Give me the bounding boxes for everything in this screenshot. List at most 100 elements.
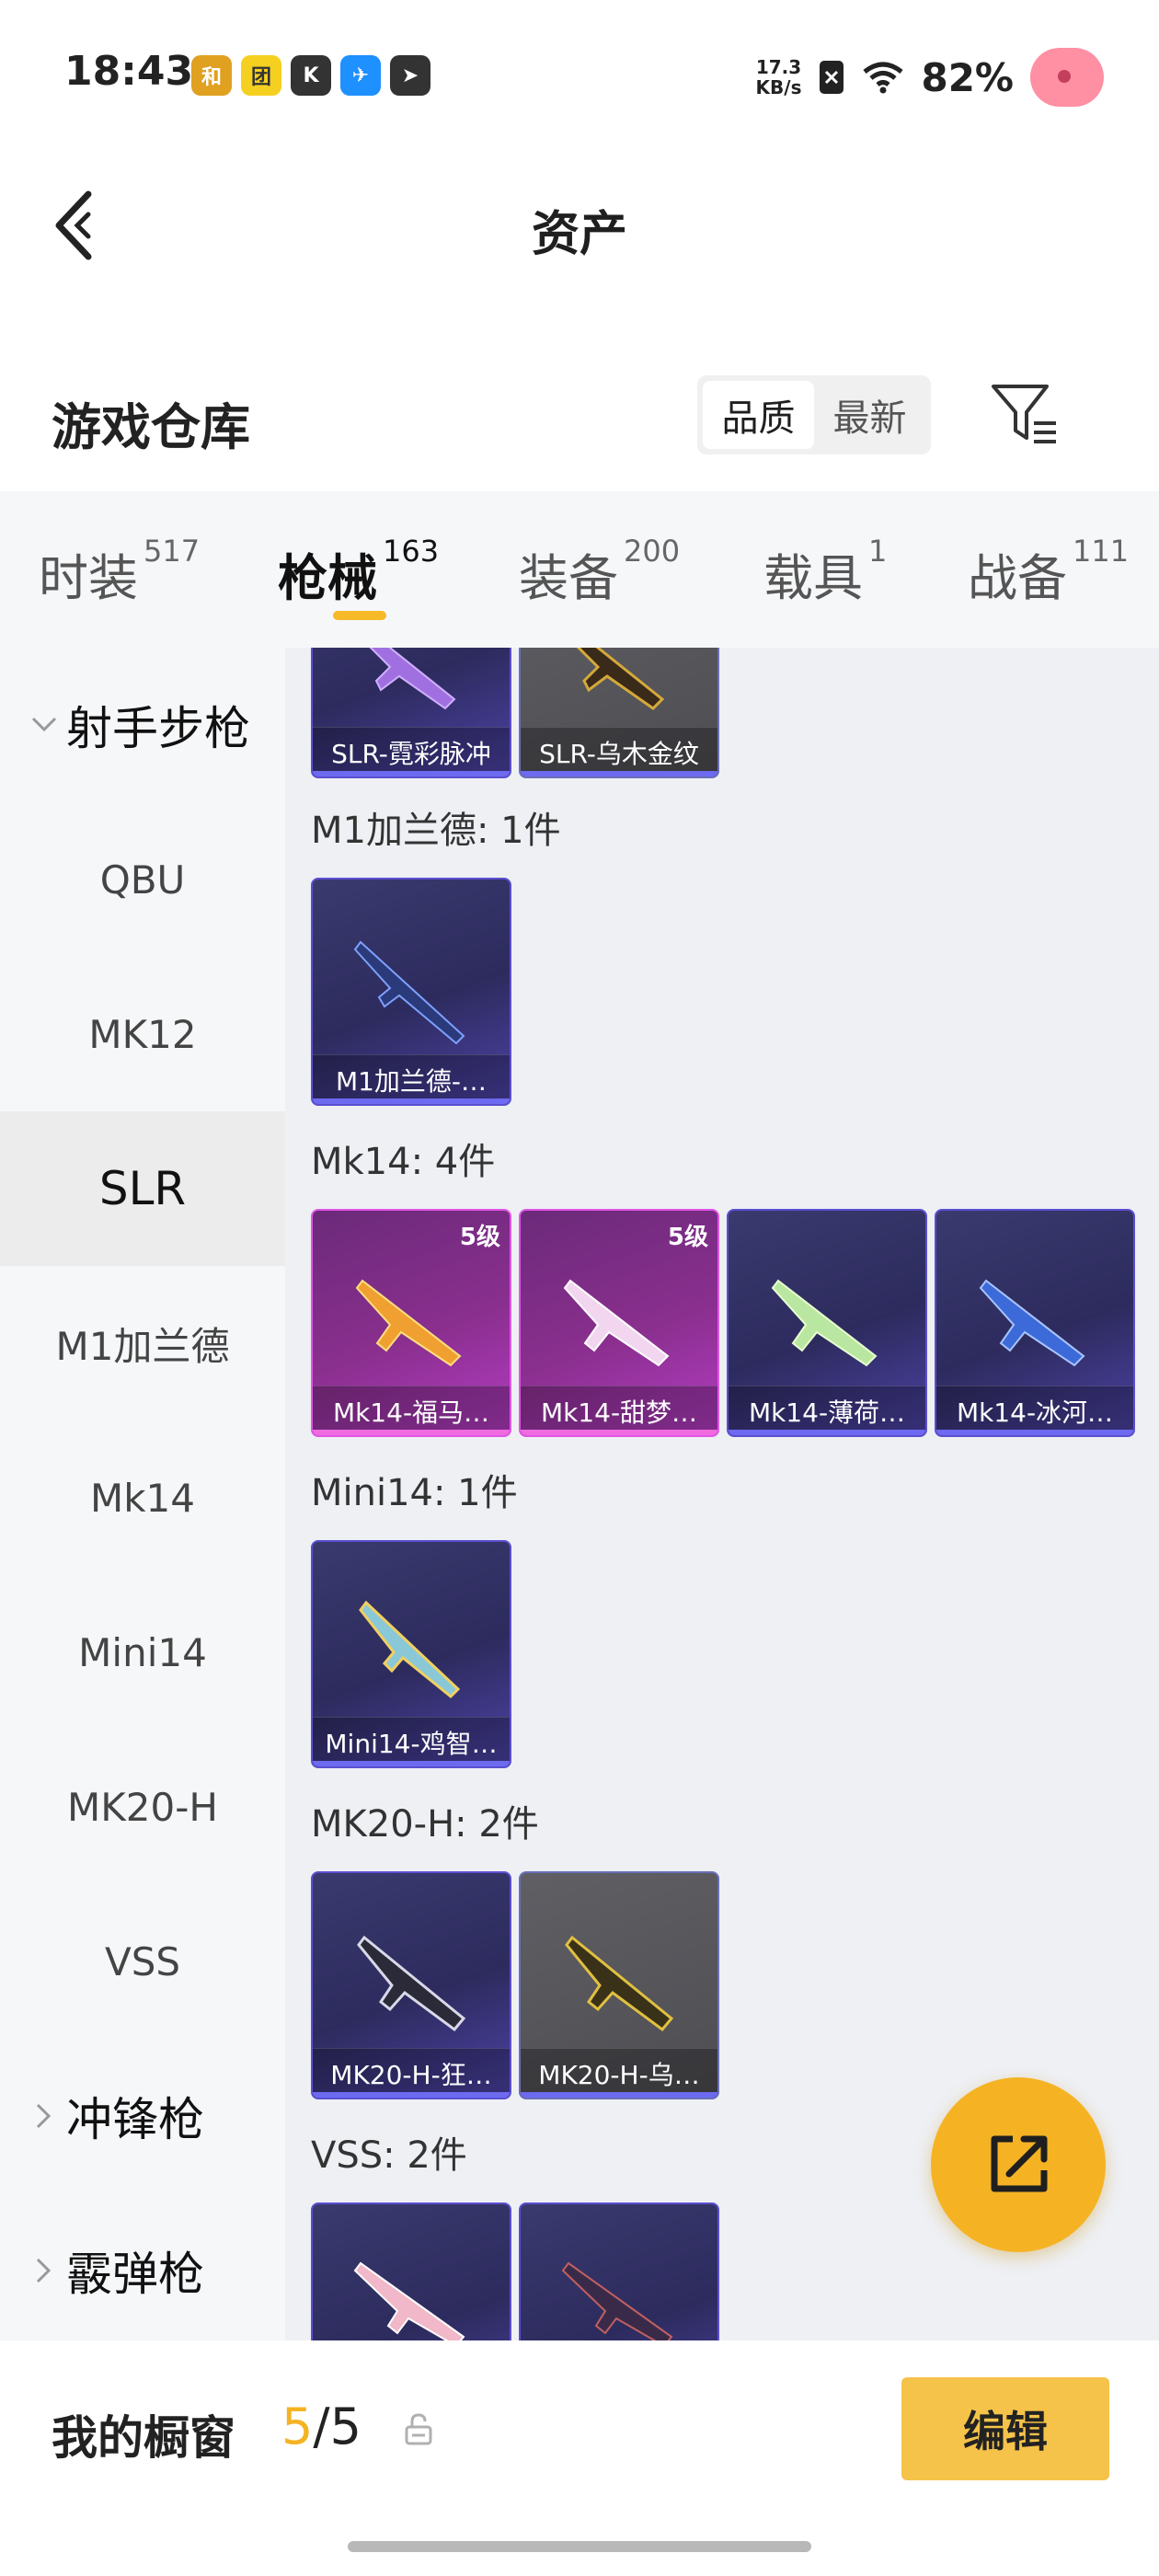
rifle-skin-icon [353, 2261, 465, 2340]
wifi-icon [863, 62, 904, 94]
tab-combat-supplies[interactable]: 战备 111 [968, 534, 1130, 610]
showcase-count-total: 5 [329, 2398, 361, 2455]
tab-label: 装备 [519, 549, 618, 607]
section-title-mk20-h: MK20-H: 2件 [311, 1803, 539, 1846]
rarity-bar [313, 771, 510, 776]
sidebar-group-smg[interactable]: 冲锋枪 [0, 2039, 285, 2193]
weapon-card-name: SLR-乌木金纹 [521, 727, 717, 776]
home-indicator[interactable] [348, 2541, 811, 2552]
rifle-skin-icon [561, 2261, 673, 2340]
rarity-bar [313, 2092, 510, 2098]
rarity-bar [729, 1430, 925, 1435]
weapon-card[interactable]: 5级 Mk14-福马… [311, 1209, 511, 1437]
weapon-card[interactable]: MK20-H-乌… [519, 1871, 719, 2099]
pig-avatar-icon [1030, 48, 1104, 107]
rifle-skin-icon [979, 1279, 1085, 1367]
chevron-right-icon [26, 2102, 63, 2130]
status-bar: 18:43 和 团 K ✈ ➤ 17.3 KB/s 82% [0, 0, 1159, 147]
tab-count: 200 [624, 534, 681, 569]
tab-vehicles[interactable]: 载具 1 [763, 534, 888, 610]
section-title-mk14: Mk14: 4件 [311, 1141, 496, 1183]
weapon-card[interactable]: M1加兰德-… [311, 878, 511, 1106]
telegram-app-icon: ➤ [390, 55, 430, 96]
weapon-card-name: MK20-H-乌… [521, 2048, 717, 2098]
share-fab-button[interactable] [931, 2077, 1106, 2252]
rarity-bar [521, 2092, 717, 2098]
chevron-down-icon [26, 716, 63, 734]
weapon-card[interactable]: Mini14-鸡智… [311, 1540, 511, 1768]
status-right: 17.3 KB/s 82% [756, 48, 1104, 107]
feishu-app-icon: ✈ [340, 55, 381, 96]
section-title-m1-garand: M1加兰德: 1件 [311, 810, 561, 852]
network-speed-value: 17.3 [755, 56, 802, 78]
status-app-icons: 和 团 K ✈ ➤ [191, 55, 430, 96]
tab-count: 1 [868, 534, 888, 569]
tab-count: 111 [1073, 534, 1130, 569]
page-title: 资产 [531, 207, 627, 262]
sidebar-group-marksman-rifle[interactable]: 射手步枪 [0, 648, 285, 802]
rarity-bar [313, 1098, 510, 1104]
rifle-skin-icon [355, 1279, 462, 1367]
tab-count: 163 [383, 534, 440, 569]
weapon-card[interactable]: SLR-霓彩脉冲 [311, 648, 511, 778]
sidebar-group-label: 冲锋枪 [66, 2093, 204, 2146]
sort-toggle: 品质 最新 [697, 375, 931, 454]
filter-button[interactable] [988, 381, 1061, 449]
edit-button[interactable]: 编辑 [901, 2377, 1109, 2480]
game-app-icon: 和 [191, 55, 232, 96]
sort-option-latest[interactable]: 最新 [814, 381, 925, 449]
showcase-label: 我的橱窗 [52, 2411, 235, 2465]
weapon-card-name: Mk14-甜梦… [521, 1386, 717, 1435]
unlock-icon [405, 2413, 432, 2445]
sidebar-item-mk20-h[interactable]: MK20-H [0, 1730, 285, 1884]
tab-label: 载具 [763, 549, 863, 607]
rarity-bar [936, 1430, 1133, 1435]
tab-firearms[interactable]: 枪械 163 [278, 534, 440, 610]
network-speed-unit: KB/s [755, 76, 802, 98]
tab-count: 517 [143, 534, 201, 569]
active-tab-indicator [333, 611, 386, 620]
weapon-card[interactable]: Mk14-冰河… [935, 1209, 1135, 1437]
sort-option-quality[interactable]: 品质 [703, 381, 814, 449]
battery-level: 82% [921, 54, 1014, 100]
weapon-card[interactable]: MK20-H-狂… [311, 1871, 511, 2099]
category-tabs: 时装 517 枪械 163 装备 200 载具 1 战备 111 [0, 491, 1159, 648]
chevron-right-icon [26, 2257, 63, 2284]
tab-fashion[interactable]: 时装 517 [39, 534, 201, 610]
rifle-skin-icon [369, 648, 456, 710]
weapon-card-name: M1加兰德-… [313, 1054, 510, 1104]
rifle-skin-icon [563, 1279, 670, 1367]
meituan-app-icon: 团 [241, 55, 281, 96]
rifle-skin-icon [576, 648, 665, 710]
app-root: { "status_bar": { "time": "18:43", "app_… [0, 0, 1159, 2576]
tab-label: 枪械 [278, 549, 377, 607]
sidebar-group-label: 射手步枪 [66, 702, 250, 755]
weapon-card[interactable]: Mk14-薄荷… [727, 1209, 927, 1437]
weapon-card[interactable]: 5级 Mk14-甜梦… [519, 1209, 719, 1437]
sidebar-group-shotgun[interactable]: 霰弹枪 [0, 2193, 285, 2348]
sidebar-item-vss[interactable]: VSS [0, 1884, 285, 2039]
showcase-count-current: 5 [281, 2398, 314, 2455]
sidebar-item-mini14[interactable]: Mini14 [0, 1575, 285, 1730]
warehouse-title: 游戏仓库 [52, 398, 250, 456]
section-title-mini14: Mini14: 1件 [311, 1472, 518, 1514]
rifle-skin-icon [353, 940, 465, 1045]
rarity-bar [521, 771, 717, 776]
weapon-card-name: Mk14-薄荷… [729, 1386, 925, 1435]
section-title-vss: VSS: 2件 [311, 2134, 467, 2177]
sidebar-group-label: 霰弹枪 [66, 2248, 204, 2301]
sidebar-item-slr[interactable]: SLR [0, 1111, 285, 1266]
rifle-skin-icon [357, 1935, 466, 2032]
weapon-card[interactable]: SLR-乌木金纹 [519, 648, 719, 778]
weapon-card[interactable] [311, 2202, 511, 2340]
sidebar-item-qbu[interactable]: QBU [0, 802, 285, 957]
tab-equipment[interactable]: 装备 200 [519, 534, 681, 610]
sidebar-item-mk14[interactable]: Mk14 [0, 1420, 285, 1575]
sidebar-item-mk12[interactable]: MK12 [0, 957, 285, 1111]
weapon-card[interactable] [519, 2202, 719, 2340]
rarity-bar [313, 1761, 510, 1766]
tab-label: 时装 [39, 549, 138, 607]
sidebar-item-m1-garand[interactable]: M1加兰德 [0, 1266, 285, 1420]
status-time: 18:43 [64, 48, 194, 95]
weapon-card-name: Mk14-冰河… [936, 1386, 1133, 1435]
